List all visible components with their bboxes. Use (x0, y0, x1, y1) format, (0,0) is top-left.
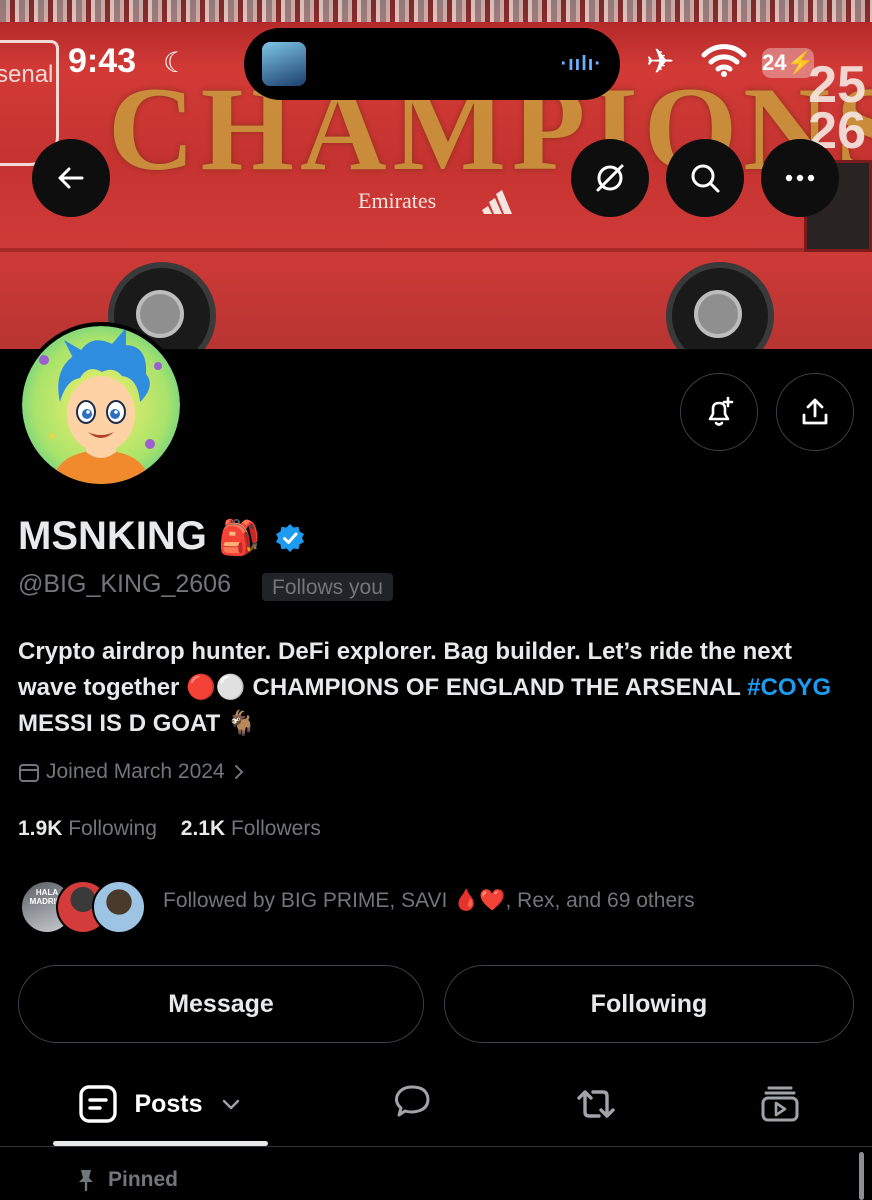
grok-button[interactable] (571, 139, 649, 217)
joined-date-text: Joined March 2024 (46, 760, 225, 783)
followers-count: 2.1K (180, 817, 226, 840)
message-button[interactable]: Message (18, 965, 424, 1043)
now-playing-thumbnail (262, 42, 306, 86)
chevron-right-icon (234, 765, 244, 779)
profile-tabs: Posts (0, 1064, 872, 1144)
notifications-subscribe-button[interactable] (680, 373, 758, 451)
scrollbar[interactable] (859, 1152, 864, 1200)
tab-media[interactable] (740, 1064, 820, 1144)
search-icon (691, 164, 720, 193)
share-icon (802, 398, 828, 425)
cartoon-avatar-image (22, 326, 180, 484)
tab-reposts[interactable] (556, 1064, 636, 1144)
tab-posts[interactable]: Posts (53, 1064, 268, 1144)
tab-replies[interactable] (372, 1064, 452, 1144)
tab-posts-label: Posts (134, 1089, 203, 1118)
follow-stats: 1.9K Following 2.1K Followers (18, 817, 321, 841)
arrow-left-icon (58, 167, 84, 189)
wifi-icon (701, 44, 747, 77)
airplane-mode-icon: ✈ (646, 43, 675, 81)
adidas-logo-icon (482, 190, 512, 214)
bio-text-end: MESSI IS D GOAT 🐐 (18, 710, 257, 737)
profile-bio: Crypto airdrop hunter. DeFi explorer. Ba… (18, 634, 848, 742)
battery-indicator: 24⚡ (762, 48, 814, 78)
bell-plus-icon (708, 396, 734, 426)
follows-you-badge: Follows you (262, 573, 393, 601)
share-button[interactable] (776, 373, 854, 451)
status-bar: 9:43 ☾ ·ıılı· ✈ 24⚡ (0, 0, 872, 110)
followers-label: Followers (230, 817, 321, 840)
repost-icon (577, 1090, 615, 1118)
pinned-label: Pinned (76, 1168, 178, 1192)
followed-by-text[interactable]: Followed by BIG PRIME, SAVI 🩸❤️, Rex, an… (163, 889, 695, 913)
followers-count-link[interactable]: 2.1K Followers (181, 817, 321, 840)
banner-bus-trim (0, 248, 872, 252)
dynamic-island[interactable]: ·ıılı· (244, 28, 620, 100)
following-count: 1.9K (18, 817, 63, 840)
profile-handle: @BIG_KING_2606 (18, 570, 231, 598)
video-library-icon (761, 1086, 799, 1122)
grok-icon (596, 164, 624, 192)
tabs-divider (0, 1146, 872, 1147)
chevron-down-icon[interactable] (219, 1092, 243, 1116)
verified-badge-icon[interactable] (275, 523, 305, 553)
back-button[interactable] (32, 139, 110, 217)
more-horizontal-icon (785, 174, 815, 182)
calendar-icon (19, 764, 39, 782)
pinned-text: Pinned (108, 1168, 179, 1191)
profile-avatar[interactable] (18, 322, 184, 488)
backpack-emoji-icon: 🎒 (218, 519, 261, 557)
reply-bubble-icon (395, 1085, 430, 1117)
following-button[interactable]: Following (444, 965, 854, 1043)
banner-sponsor: Emirates (358, 188, 437, 213)
profile-display-name: MSNKING 🎒 (18, 514, 305, 559)
bio-hashtag-link[interactable]: #COYG (747, 674, 831, 701)
pin-icon (79, 1170, 93, 1192)
display-name-text: MSNKING (18, 514, 207, 558)
bio-text: Crypto airdrop hunter. DeFi explorer. Ba… (18, 638, 792, 701)
follower-avatar[interactable] (92, 880, 146, 934)
audio-waveform-icon: ·ıılı· (560, 53, 602, 75)
moon-icon: ☾ (163, 47, 189, 78)
posts-icon (79, 1085, 118, 1123)
banner-bus-wheel (666, 262, 774, 349)
search-button[interactable] (666, 139, 744, 217)
following-count-link[interactable]: 1.9K Following (18, 817, 157, 840)
following-label: Following (68, 817, 157, 840)
joined-date[interactable]: Joined March 2024 (18, 760, 247, 784)
more-options-button[interactable] (761, 139, 839, 217)
status-time: 9:43 (68, 42, 137, 80)
